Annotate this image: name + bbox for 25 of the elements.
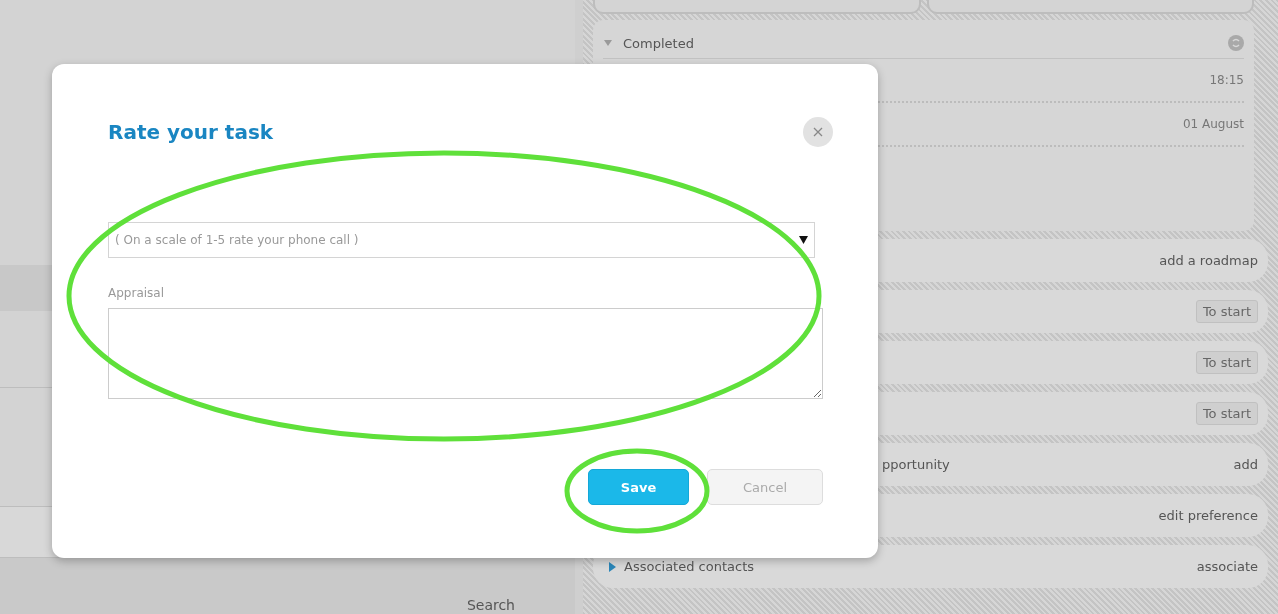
search-label: Search (466, 598, 515, 612)
expand-arrow-icon[interactable] (609, 561, 616, 572)
action-link[interactable]: add a roadmap (1159, 253, 1258, 268)
close-button[interactable] (803, 117, 833, 147)
section-label: pportunity (882, 457, 950, 472)
field-label: Appraisal (108, 286, 165, 300)
start-button[interactable]: To start (1195, 351, 1258, 374)
appraisal-field[interactable] (108, 308, 823, 399)
cancel-button[interactable]: Cancel (707, 469, 823, 505)
close-icon (813, 127, 823, 137)
start-button[interactable]: To start (1195, 402, 1258, 425)
start-button[interactable]: To start (1195, 300, 1258, 323)
item-date: 18:15 (1209, 73, 1244, 87)
caret-icon (799, 236, 808, 244)
expand-arrow-icon[interactable] (603, 39, 613, 47)
section-title: Completed (623, 35, 695, 51)
dialog-title: Rate your task (108, 120, 274, 144)
action-link[interactable]: add (1233, 457, 1258, 472)
action-link[interactable]: associate (1196, 559, 1258, 574)
badge-icon (1228, 35, 1244, 51)
rating-select[interactable]: ( On a scale of 1-5 rate your phone call ) (108, 222, 815, 258)
section-label: Associated contacts (624, 559, 755, 574)
action-link[interactable]: edit preference (1158, 508, 1258, 523)
save-button[interactable]: Save (588, 469, 689, 505)
item-date: 01 August (1182, 117, 1244, 131)
